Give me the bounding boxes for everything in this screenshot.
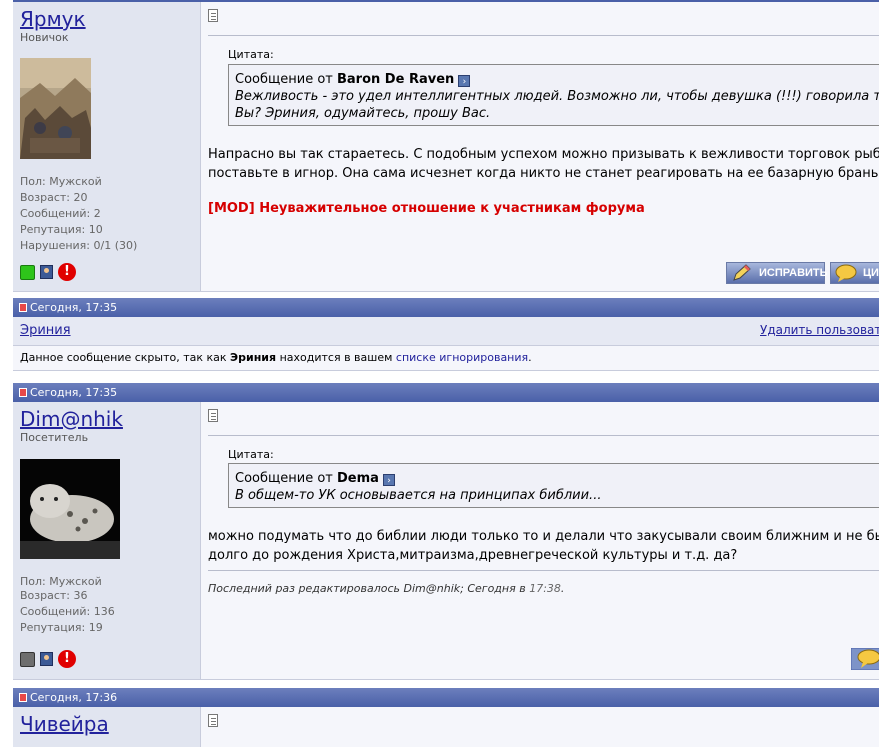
edited-note-text: Последний раз редактировалось Dim@nhik; … [208,582,526,595]
user-status-icons: ! [20,650,76,668]
post-header-bar: Сегодня, 17:35 [13,298,879,317]
post-text-line2: поставьте в игнор. Она сама исчезнет ког… [208,166,879,181]
post-text-line1: Напрасно вы так стараетесь. С подобным у… [208,147,879,162]
online-status-icon [20,264,35,280]
ignored-post: Сегодня, 17:35 Эриния Удалить пользовате… [13,298,879,371]
quote-prefix: Сообщение от [235,72,333,87]
edit-button[interactable]: ИСПРАВИТЬ [726,262,828,284]
divider [208,570,879,571]
quote-speech-bubble-icon[interactable] [851,648,879,670]
quote-text-line1: В общем-то УК основывается на принципах … [235,488,602,503]
user-stats: Пол: Мужской Возраст: 20 Сообщений: 2 Ре… [20,174,137,254]
quote-label: Цитата: [228,448,274,461]
quote-text-line2: Вы? Эриния, одумайтесь, прошу Вас. [235,106,491,121]
user-gender: Пол: Мужской [20,175,102,188]
ignored-text-end: . [528,351,532,364]
post-status-icon [19,388,27,397]
edited-note: Последний раз редактировалось Dim@nhik; … [208,582,564,595]
ignored-text-part1: Данное сообщение скрыто, так как [20,351,227,364]
post-date: Сегодня, 17:35 [30,301,118,314]
offline-status-icon [20,651,35,667]
post-text: можно подумать что до библии люди только… [208,527,879,565]
report-post-icon[interactable]: ! [58,263,76,281]
user-reputation: Репутация: 10 [20,223,103,236]
remove-from-ignore-link[interactable]: Удалить пользовате [760,323,879,337]
user-posts: Сообщений: 136 [20,605,115,618]
quote-author: Baron De Raven [337,72,455,87]
quote-block: Сообщение от Dema › В общем-то УК основы… [228,463,879,508]
post-chiveyra: Сегодня, 17:36 Чивейра [13,688,879,747]
edit-button-label: ИСПРАВИТЬ [759,267,828,279]
view-post-icon[interactable]: › [458,75,471,87]
quote-prefix: Сообщение от [235,471,333,486]
message-column: Цитата: Сообщение от Dema › В общем-то У… [201,402,879,679]
divider [208,435,879,436]
post-text-line2: долго до рождения Христа,митраизма,древн… [208,548,738,563]
quote-text-line1: Вежливость - это удел интеллигентных люд… [235,89,879,104]
edited-time: 17:38 [529,582,561,595]
speech-bubble-icon [835,264,857,282]
quote-block: Сообщение от Baron De Raven › Вежливость… [228,64,879,126]
user-profile-icon[interactable] [40,265,53,279]
post-status-icon [19,303,27,312]
pencil-icon [733,264,751,281]
post-text-line1: можно подумать что до библии люди только… [208,529,879,544]
post-header-bar: Сегодня, 17:35 [13,383,879,402]
user-age: Возраст: 36 [20,589,88,602]
user-info-column: Чивейра [13,707,201,747]
ignore-list-link[interactable]: списке игнорирования [396,351,528,364]
username-link[interactable]: Ярмук [20,8,86,30]
user-title: Посетитель [20,431,89,444]
post-header-bar: Сегодня, 17:36 [13,688,879,707]
view-post-icon[interactable]: › [383,474,396,486]
user-reputation: Репутация: 19 [20,621,103,634]
message-column: Цитата: Сообщение от Baron De Raven › Ве… [201,2,879,291]
ignored-user-row: Эриния Удалить пользовате [13,317,879,346]
post-yarmuk: Ярмук Новичок Пол: Мужской Возраст: 20 С… [13,0,879,292]
message-column [201,707,879,747]
username-link[interactable]: Dim@nhik [20,408,123,430]
avatar[interactable] [20,58,91,159]
ignored-username-link[interactable]: Эриния [20,323,71,338]
post-date: Сегодня, 17:36 [30,691,118,704]
quote-author: Dema [337,471,379,486]
user-info-column: Dim@nhik Посетитель Пол: Мужской Возраст… [13,402,201,679]
ignored-text-part2: находится в вашем [279,351,393,364]
post-document-icon [208,409,218,422]
post-document-icon [208,9,218,22]
quote-button[interactable]: ЦИ [830,262,879,284]
report-post-icon[interactable]: ! [58,650,76,668]
ignored-text-name: Эриния [230,351,277,364]
user-info-column: Ярмук Новичок Пол: Мужской Возраст: 20 С… [13,2,201,291]
moderator-note: [MOD] Неуважительное отношение к участни… [208,201,645,216]
divider [208,35,879,36]
user-title: Новичок [20,31,69,44]
user-gender: Пол: Мужской [20,575,102,588]
user-posts: Сообщений: 2 [20,207,101,220]
user-infractions: Нарушения: 0/1 (30) [20,239,138,252]
user-status-icons: ! [20,263,76,281]
post-text: Напрасно вы так стараетесь. С подобным у… [208,145,879,183]
quote-label: Цитата: [228,48,274,61]
post-status-icon [19,693,27,702]
post-date: Сегодня, 17:35 [30,386,118,399]
edited-note-end: . [560,582,565,595]
post-document-icon [208,714,218,727]
post-dimnhik: Сегодня, 17:35 Dim@nhik Посетитель Пол: … [13,383,879,680]
user-age: Возраст: 20 [20,191,88,204]
username-link[interactable]: Чивейра [20,713,109,735]
user-profile-icon[interactable] [40,652,53,666]
ignored-message: Данное сообщение скрыто, так как Эриния … [13,346,879,371]
user-stats: Пол: Мужской Возраст: 36 Сообщений: 136 … [20,575,115,635]
quote-button-label: ЦИ [863,267,879,279]
avatar[interactable] [20,459,120,559]
